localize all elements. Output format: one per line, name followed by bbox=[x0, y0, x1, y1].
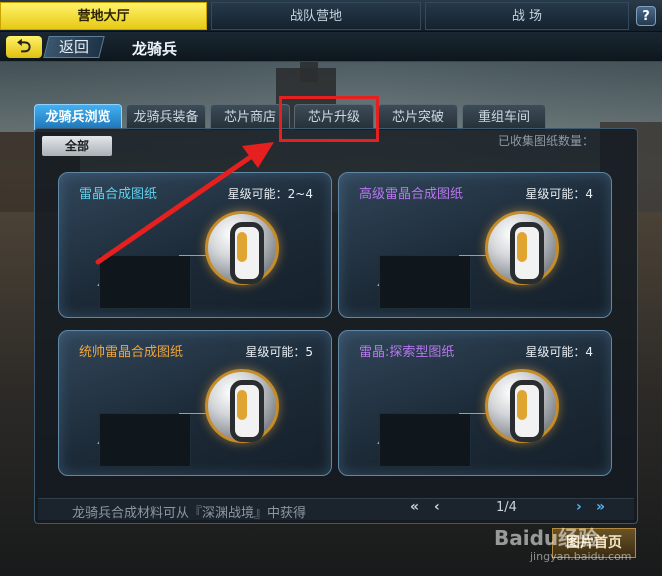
prev-page-icon[interactable]: ‹ bbox=[434, 499, 440, 515]
back-label: 返回 bbox=[58, 38, 89, 56]
card-name: 雷晶合成图纸 bbox=[79, 187, 158, 202]
card-star-range: 星级可能：4 bbox=[525, 345, 593, 359]
tab-dragoon-equipment[interactable]: 龙骑兵装备 bbox=[126, 104, 206, 130]
tab-reorg-workshop[interactable]: 重组车间 bbox=[462, 104, 546, 130]
top-tab-battlefield[interactable]: 战 场 bbox=[425, 2, 629, 30]
chip-orb-icon bbox=[205, 369, 279, 443]
blueprint-card[interactable]: 高级雷晶合成图纸 星级可能：4 bbox=[338, 172, 612, 318]
watermark-logo: Baidu经验 bbox=[494, 526, 599, 550]
chip-orb-icon bbox=[485, 369, 559, 443]
tab-chip-breakthrough[interactable]: 芯片突破 bbox=[378, 104, 458, 130]
page-indicator: 1/4 bbox=[496, 500, 517, 515]
material-slot bbox=[379, 413, 471, 467]
material-slot bbox=[99, 255, 191, 309]
mech-tower-top bbox=[300, 62, 318, 82]
top-tab-lobby[interactable]: 营地大厅 bbox=[0, 2, 207, 30]
page-title: 龙骑兵 bbox=[132, 40, 178, 58]
annotation-highlight-box bbox=[279, 96, 379, 142]
material-slot bbox=[379, 255, 471, 309]
blueprint-card[interactable]: 统帅雷晶合成图纸 星级可能：5 bbox=[58, 330, 332, 476]
card-name: 高级雷晶合成图纸 bbox=[359, 187, 464, 202]
card-name: 雷晶:探索型图纸 bbox=[359, 345, 455, 360]
card-star-range: 星级可能：4 bbox=[525, 187, 593, 201]
tab-chip-shop[interactable]: 芯片商店 bbox=[210, 104, 290, 130]
tab-dragoon-browse[interactable]: 龙骑兵浏览 bbox=[34, 104, 122, 130]
first-page-icon[interactable]: « bbox=[410, 499, 419, 515]
card-name: 统帅雷晶合成图纸 bbox=[79, 345, 184, 360]
blueprint-card[interactable]: 雷晶:探索型图纸 星级可能：4 bbox=[338, 330, 612, 476]
material-source-hint: 龙骑兵合成材料可从『深渊战境』中获得 bbox=[72, 506, 307, 521]
card-star-range: 星级可能：5 bbox=[245, 345, 313, 359]
next-page-icon[interactable]: › bbox=[576, 499, 582, 515]
collected-count-label: 已收集图纸数量： bbox=[498, 134, 595, 148]
watermark-url: jingyan.baidu.com bbox=[530, 550, 632, 563]
last-page-icon[interactable]: » bbox=[596, 499, 605, 515]
back-arrow-icon[interactable]: ⮌ bbox=[6, 36, 42, 58]
sub-header: ⮌ 返回 龙骑兵 bbox=[0, 32, 662, 62]
help-button[interactable]: ? bbox=[636, 6, 656, 26]
filter-all-button[interactable]: 全部 bbox=[42, 136, 112, 156]
back-button[interactable]: 返回 bbox=[43, 36, 105, 58]
blueprint-card[interactable]: 雷晶合成图纸 星级可能：2~4 bbox=[58, 172, 332, 318]
chip-orb-icon bbox=[205, 211, 279, 285]
panel-footer: 龙骑兵合成材料可从『深渊战境』中获得 « ‹ 1/4 › » bbox=[38, 498, 634, 521]
top-nav-bar: 营地大厅 战队营地 战 场 ? bbox=[0, 0, 662, 32]
top-tab-team-camp[interactable]: 战队营地 bbox=[211, 2, 421, 30]
chip-orb-icon bbox=[485, 211, 559, 285]
material-slot bbox=[99, 413, 191, 467]
card-star-range: 星级可能：2~4 bbox=[227, 187, 313, 201]
